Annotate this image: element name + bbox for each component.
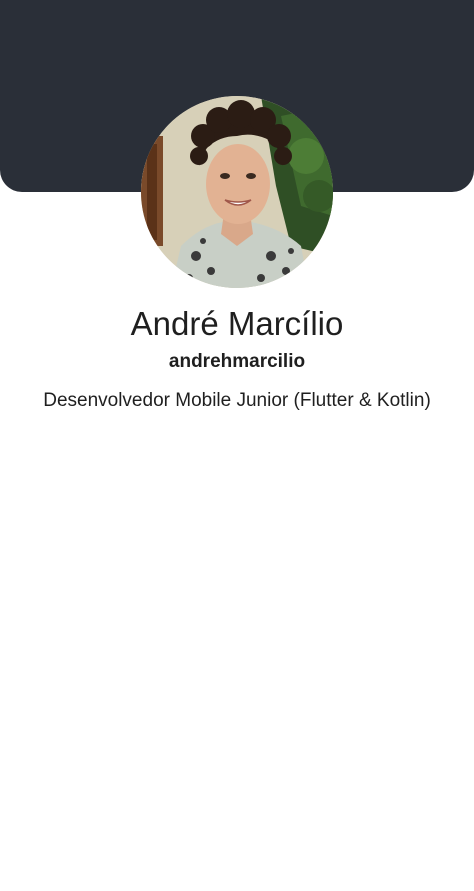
profile-bio: Desenvolvedor Mobile Junior (Flutter & K…	[43, 390, 431, 411]
profile-username: andrehmarcilio	[168, 351, 306, 372]
avatar-photo	[141, 96, 333, 288]
profile-avatar[interactable]	[141, 96, 333, 288]
profile-name: André Marcílio	[130, 305, 344, 342]
